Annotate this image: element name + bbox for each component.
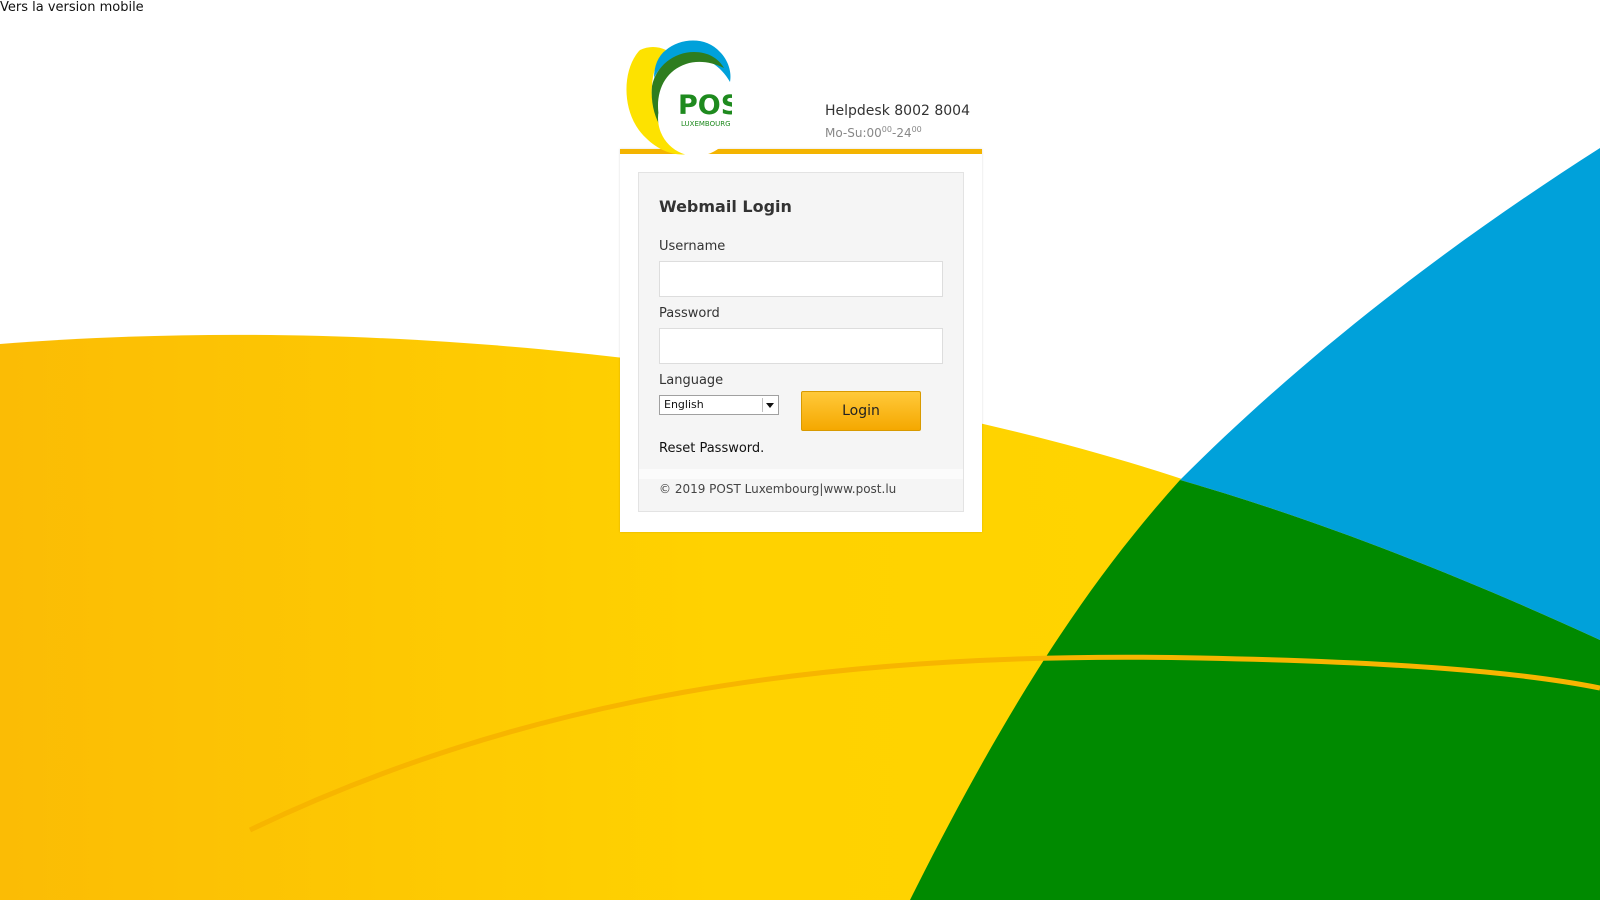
username-input[interactable]	[659, 261, 943, 297]
login-form: Webmail Login Username Password Language…	[638, 172, 964, 512]
svg-text:LUXEMBOURG: LUXEMBOURG	[681, 120, 731, 128]
password-label: Password	[659, 306, 720, 321]
page: Vers la version mobile POST LUXEMBOURG H…	[0, 0, 1600, 900]
language-selected-value: English	[664, 398, 704, 411]
password-input[interactable]	[659, 328, 943, 364]
helpdesk-hours: Mo-Su:0000-2400	[825, 125, 922, 140]
post-luxembourg-logo-icon[interactable]: POST LUXEMBOURG	[620, 34, 732, 159]
login-title: Webmail Login	[659, 197, 792, 216]
header: POST LUXEMBOURG Helpdesk 8002 8004 Mo-Su…	[620, 34, 982, 156]
dropdown-arrow-icon[interactable]	[762, 398, 776, 412]
helpdesk-number: Helpdesk 8002 8004	[825, 103, 970, 119]
language-label: Language	[659, 373, 724, 388]
login-panel: Webmail Login Username Password Language…	[620, 149, 982, 532]
footer-copyright: © 2019 POST Luxembourg|www.post.lu	[659, 482, 897, 496]
language-select[interactable]: English	[659, 395, 779, 415]
divider	[639, 469, 963, 479]
mobile-version-link[interactable]: Vers la version mobile	[0, 0, 144, 16]
login-button[interactable]: Login	[801, 391, 921, 431]
svg-text:POST: POST	[678, 90, 732, 121]
username-label: Username	[659, 239, 726, 254]
reset-password-link[interactable]: Reset Password.	[659, 441, 764, 456]
